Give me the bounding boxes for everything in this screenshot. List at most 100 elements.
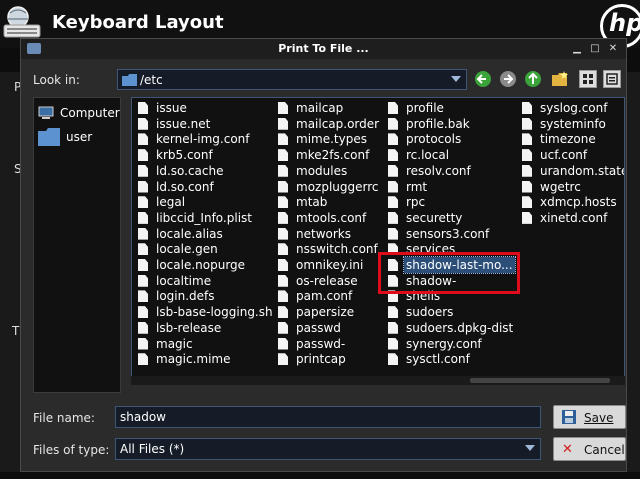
file-name: passwd-: [296, 336, 346, 351]
file-name: legal: [156, 195, 186, 210]
keyboard-globe-icon: [3, 6, 41, 38]
file-name: systeminfo: [540, 116, 606, 131]
file-icon: [138, 259, 148, 271]
file-name: os-release: [296, 273, 358, 288]
file-name: profile: [406, 101, 444, 115]
file-icon: [138, 274, 148, 287]
file-icon: [138, 337, 148, 350]
file-icon: [522, 117, 532, 130]
file-icon: [138, 164, 148, 177]
file-icon: [278, 164, 288, 177]
file-icon: [138, 321, 148, 334]
file-name-label: File name:: [33, 411, 95, 425]
file-name-input[interactable]: shadow: [115, 406, 541, 428]
print-to-file-dialog: Print To File ... ▁ □ ✕ Look in: /etc Co…: [20, 38, 627, 472]
file-icon: [138, 133, 148, 146]
file-name: krb5.conf: [156, 148, 213, 163]
horizontal-scrollbar[interactable]: [131, 376, 625, 385]
file-name: passwd: [296, 320, 341, 335]
file-name: magic: [156, 336, 193, 351]
maximize-icon[interactable]: □: [589, 43, 601, 55]
file-icon: [388, 353, 398, 366]
forward-icon[interactable]: [499, 70, 517, 88]
folder-icon: [38, 128, 60, 146]
file-name: mtab: [296, 195, 328, 210]
file-icon: [388, 337, 398, 350]
file-name: locale.gen: [156, 242, 218, 257]
detail-view-icon[interactable]: [603, 70, 621, 88]
file-name: mailcap: [296, 101, 344, 115]
file-icon: [278, 353, 288, 366]
file-name: kernel-img.conf: [156, 132, 250, 147]
file-icon: [138, 180, 148, 193]
file-icon: [138, 353, 148, 366]
file-icon: [388, 321, 398, 334]
close-icon[interactable]: ✕: [607, 43, 619, 55]
highlight-annotation-box: [378, 252, 520, 294]
places-sidebar: Computer user: [33, 97, 121, 393]
file-icon: [522, 102, 532, 114]
cancel-button[interactable]: ✕ Cancel: [553, 437, 626, 461]
file-name: modules: [296, 163, 348, 178]
file-icon: [278, 196, 288, 209]
file-icon: [138, 227, 148, 240]
files-of-type-value: All Files (*): [120, 442, 185, 456]
file-name: rmt: [406, 179, 428, 194]
sidebar-item-user[interactable]: user: [38, 128, 118, 150]
file-icon: [138, 149, 148, 162]
file-name: issue.net: [156, 116, 211, 131]
files-of-type-combo[interactable]: All Files (*): [115, 438, 541, 460]
chevron-down-icon[interactable]: [451, 76, 461, 82]
file-name: rpc: [406, 195, 426, 210]
scrollbar-thumb[interactable]: [470, 378, 610, 383]
back-icon[interactable]: [474, 70, 492, 88]
file-name: sudoers: [406, 305, 454, 320]
file-icon: [278, 211, 288, 224]
new-folder-icon[interactable]: [551, 70, 569, 88]
file-name: login.defs: [156, 289, 215, 304]
list-view-icon[interactable]: [579, 70, 597, 88]
file-list[interactable]: issue issue.net kernel-img.conf krb5.conf ld…: [131, 97, 625, 385]
file-name: xinetd.conf: [540, 210, 608, 225]
file-name: mailcap.order: [296, 116, 380, 131]
file-icon: [522, 149, 532, 162]
dialog-title: Print To File ...: [278, 42, 369, 55]
background-letter: T: [12, 324, 20, 338]
file-icon: [388, 211, 398, 224]
background-right-panel: [626, 72, 640, 472]
file-icon: [278, 227, 288, 240]
file-icon: [278, 133, 288, 146]
file-icon: [388, 133, 398, 146]
file-name: ucf.conf: [540, 148, 588, 163]
file-name: omnikey.ini: [296, 258, 364, 272]
sidebar-item-computer[interactable]: Computer: [38, 106, 120, 124]
look-in-combo[interactable]: /etc: [117, 69, 467, 90]
files-of-type-label: Files of type:: [33, 443, 110, 457]
up-folder-icon[interactable]: [524, 70, 542, 88]
file-name: sudoers.dpkg-dist: [406, 320, 514, 335]
minimize-icon[interactable]: ▁: [571, 43, 583, 55]
file-name: mtools.conf: [296, 210, 367, 225]
file-name: issue: [156, 101, 187, 115]
file-name: urandom.state: [540, 163, 625, 178]
file-icon: [138, 290, 148, 303]
file-name: mime.types: [296, 132, 367, 147]
dialog-titlebar[interactable]: Print To File ... ▁ □ ✕: [21, 39, 626, 59]
file-name: magic.mime: [156, 352, 231, 367]
file-icon: [522, 180, 532, 193]
file-icon: [278, 180, 288, 193]
save-icon: [562, 410, 576, 424]
save-button[interactable]: Save: [553, 405, 626, 429]
file-icon: [138, 117, 148, 130]
file-icon: [138, 102, 148, 114]
file-name: locale.alias: [156, 226, 223, 241]
file-name: mke2fs.conf: [296, 148, 370, 163]
file-name: synergy.conf: [406, 336, 482, 351]
chevron-down-icon[interactable]: [525, 445, 535, 451]
file-icon: [138, 243, 148, 256]
file-icon: [278, 117, 288, 130]
file-name: pam.conf: [296, 289, 353, 304]
file-icon: [278, 290, 288, 303]
file-name: ld.so.conf: [156, 179, 214, 194]
file-name: sysctl.conf: [406, 352, 470, 367]
